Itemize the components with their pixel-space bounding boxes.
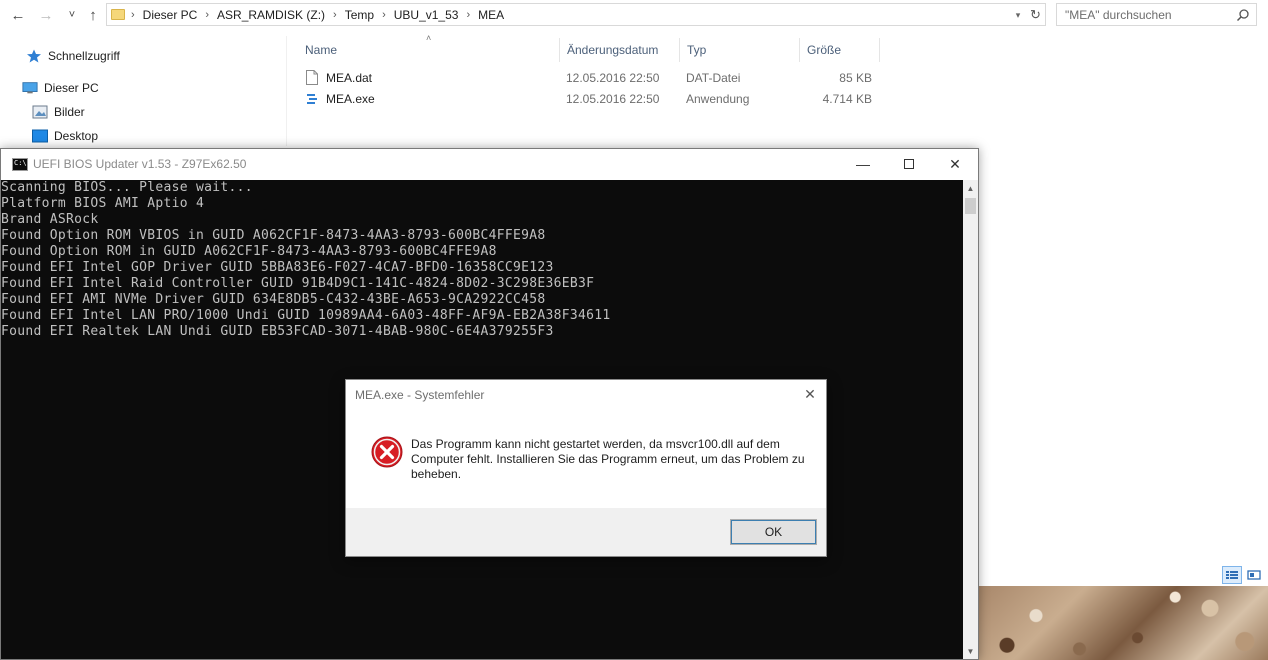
console-title-bar[interactable]: UEFI BIOS Updater v1.53 - Z97Ex62.50 — ✕ — [1, 149, 978, 180]
address-bar[interactable]: › Dieser PC › ASR_RAMDISK (Z:) › Temp › … — [106, 3, 1046, 26]
desktop-icon — [32, 129, 48, 143]
large-icons-view-button[interactable] — [1244, 566, 1264, 584]
column-header-name[interactable]: Name — [298, 38, 560, 62]
file-row[interactable]: MEA.exe 12.05.2016 22:50 Anwendung 4.714… — [298, 88, 880, 109]
maximize-icon — [904, 159, 914, 169]
search-placeholder: "MEA" durchsuchen — [1065, 7, 1172, 22]
file-size: 85 KB — [839, 70, 872, 85]
console-icon — [12, 158, 28, 171]
file-name-cell: MEA.dat — [306, 67, 372, 88]
dat-file-icon — [306, 70, 318, 85]
breadcrumb-item[interactable]: MEA — [478, 8, 504, 22]
console-line: Found EFI Intel Raid Controller GUID 91B… — [1, 276, 595, 291]
file-name-cell: MEA.exe — [306, 88, 375, 109]
chevron-right-icon[interactable]: › — [466, 9, 470, 21]
breadcrumb-item[interactable]: Dieser PC — [143, 8, 198, 22]
star-icon — [27, 49, 41, 63]
column-headers: Name Änderungsdatum Typ Größe — [298, 38, 880, 62]
forward-button[interactable]: → — [36, 5, 56, 25]
background-photo — [978, 586, 1268, 660]
dialog-title: MEA.exe - Systemfehler — [355, 388, 485, 402]
scrollbar-thumb[interactable] — [965, 198, 976, 214]
minimize-icon: — — [856, 156, 870, 172]
folder-icon — [111, 9, 125, 20]
breadcrumb-item[interactable]: UBU_v1_53 — [394, 8, 459, 22]
console-scrollbar[interactable]: ▲ ▼ — [963, 180, 978, 659]
recent-locations-button[interactable]: ˅ — [62, 5, 82, 25]
file-name: MEA.dat — [326, 70, 373, 85]
search-icon[interactable] — [1236, 8, 1250, 22]
scroll-up-icon[interactable]: ▲ — [963, 180, 978, 196]
large-icons-view-icon — [1247, 570, 1261, 580]
minimize-button[interactable]: — — [840, 149, 886, 179]
column-header-date[interactable]: Änderungsdatum — [560, 38, 680, 62]
console-title: UEFI BIOS Updater v1.53 - Z97Ex62.50 — [33, 157, 247, 171]
column-header-type[interactable]: Typ — [680, 38, 800, 62]
console-line: Found EFI Intel LAN PRO/1000 Undi GUID 1… — [1, 308, 611, 323]
breadcrumb-item[interactable]: ASR_RAMDISK (Z:) — [217, 8, 325, 22]
ok-button[interactable]: OK — [730, 519, 817, 545]
back-button[interactable]: ← — [8, 5, 28, 25]
nav-item-desktop[interactable]: Desktop — [32, 126, 98, 146]
file-date: 12.05.2016 22:50 — [566, 70, 660, 85]
close-icon: ✕ — [804, 385, 816, 402]
nav-item-quick-access[interactable]: Schnellzugriff — [26, 46, 120, 66]
file-name: MEA.exe — [326, 91, 375, 106]
nav-item-pictures[interactable]: Bilder — [32, 102, 85, 122]
refresh-icon: ↻ — [1030, 6, 1041, 22]
nav-item-this-pc[interactable]: Dieser PC — [22, 78, 99, 98]
console-line: Found EFI AMI NVMe Driver GUID 634E8DB5-… — [1, 292, 546, 307]
breadcrumb: › Dieser PC › ASR_RAMDISK (Z:) › Temp › … — [131, 8, 504, 22]
chevron-right-icon[interactable]: › — [205, 9, 209, 21]
breadcrumb-item[interactable]: Temp — [345, 8, 374, 22]
pane-divider[interactable] — [286, 36, 287, 146]
error-icon — [371, 436, 403, 468]
file-size: 4.714 KB — [822, 91, 872, 106]
file-date: 12.05.2016 22:50 — [566, 91, 660, 106]
file-row[interactable]: MEA.dat 12.05.2016 22:50 DAT-Datei 85 KB — [298, 67, 880, 88]
view-switcher — [1222, 566, 1264, 586]
computer-icon — [22, 82, 38, 94]
maximize-button[interactable] — [886, 149, 932, 179]
dialog-message: Das Programm kann nicht gestartet werden… — [411, 437, 805, 481]
exe-file-icon — [307, 94, 317, 104]
error-dialog: MEA.exe - Systemfehler ✕ Das Programm ka… — [345, 379, 827, 557]
scroll-down-icon[interactable]: ▼ — [963, 643, 978, 659]
file-type: Anwendung — [686, 91, 750, 106]
details-view-icon — [1226, 571, 1238, 579]
nav-item-label: Bilder — [54, 105, 85, 119]
up-button[interactable]: ↑ — [83, 5, 103, 25]
console-line: Found EFI Realtek LAN Undi GUID EB53FCAD… — [1, 324, 554, 339]
console-line: Found Option ROM in GUID A062CF1F-8473-4… — [1, 244, 497, 259]
refresh-button[interactable]: ↻ — [1026, 3, 1046, 26]
column-header-size[interactable]: Größe — [800, 38, 880, 62]
console-line: Platform BIOS AMI Aptio 4 — [1, 196, 205, 211]
close-icon: ✕ — [949, 155, 961, 172]
address-bar-row: ← → ˅ ↑ › Dieser PC › ASR_RAMDISK (Z:) ›… — [0, 0, 1268, 30]
file-type: DAT-Datei — [686, 70, 741, 85]
console-line: Brand ASRock — [1, 212, 99, 227]
close-button[interactable]: ✕ — [932, 149, 978, 179]
console-line: Found EFI Intel GOP Driver GUID 5BBA83E6… — [1, 260, 554, 275]
console-line: Scanning BIOS... Please wait... — [1, 180, 253, 195]
search-input[interactable]: "MEA" durchsuchen — [1056, 3, 1257, 26]
chevron-right-icon: › — [131, 8, 135, 21]
nav-item-label: Schnellzugriff — [48, 49, 120, 63]
pictures-icon — [32, 105, 48, 119]
nav-item-label: Dieser PC — [44, 81, 99, 95]
chevron-down-icon[interactable]: ▾ — [1011, 8, 1025, 22]
details-view-button[interactable] — [1222, 566, 1242, 584]
chevron-right-icon[interactable]: › — [333, 9, 337, 21]
chevron-right-icon[interactable]: › — [382, 9, 386, 21]
nav-item-label: Desktop — [54, 129, 99, 143]
console-line: Found Option ROM VBIOS in GUID A062CF1F-… — [1, 228, 546, 243]
dialog-close-button[interactable]: ✕ — [800, 384, 820, 404]
